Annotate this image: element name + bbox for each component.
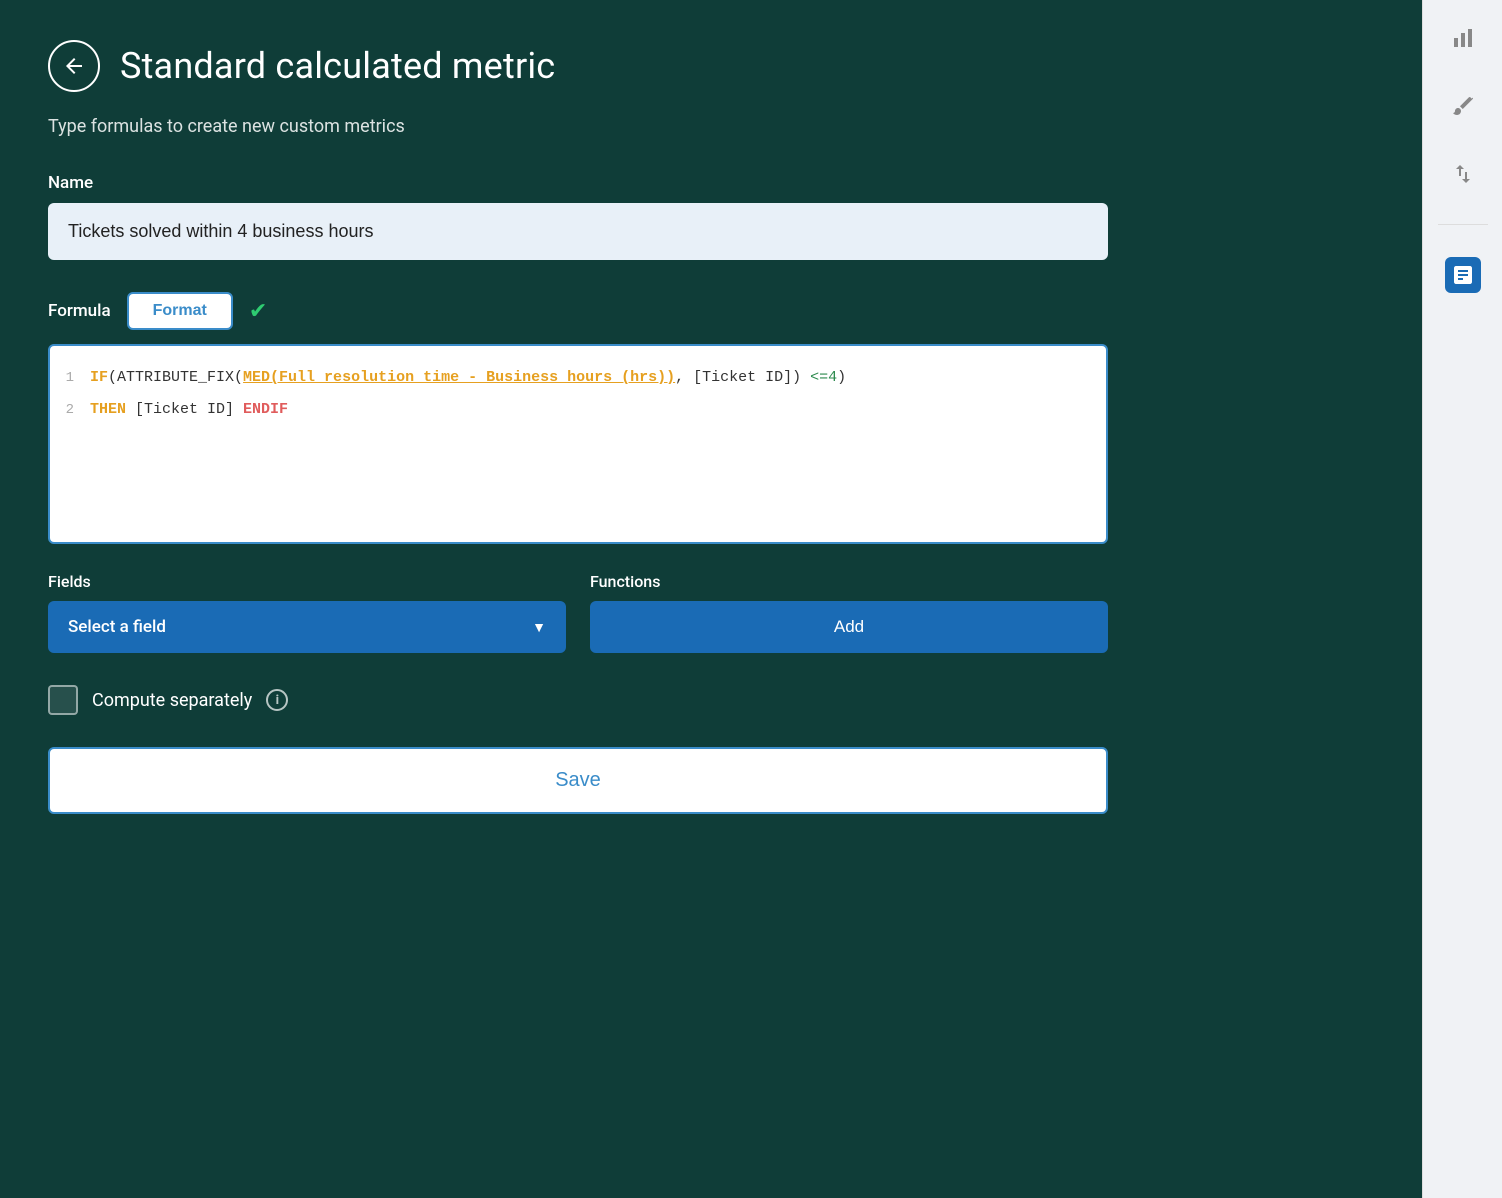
sort-sidebar-icon[interactable] [1445, 156, 1481, 192]
line-number-2: 2 [50, 402, 90, 418]
med-function: MED(Full resolution time - Business hour… [243, 369, 675, 386]
formula-row: Formula Format ✔ [48, 292, 1374, 330]
comparison: <=4 [810, 369, 837, 386]
fields-col: Fields Select a field ▼ [48, 572, 566, 653]
save-button[interactable]: Save [48, 747, 1108, 814]
brush-sidebar-icon[interactable] [1445, 88, 1481, 124]
main-content: Standard calculated metric Type formulas… [0, 0, 1422, 1198]
field-select-dropdown[interactable]: Select a field ▼ [48, 601, 566, 653]
format-button[interactable]: Format [127, 292, 233, 330]
chevron-down-icon: ▼ [532, 619, 546, 636]
name-input[interactable] [48, 203, 1108, 260]
compute-row: Compute separately i [48, 685, 1374, 715]
sidebar-divider [1438, 224, 1488, 225]
back-arrow-icon [62, 54, 86, 78]
functions-col: Functions Add [590, 572, 1108, 653]
keyword-then: THEN [90, 401, 126, 418]
header: Standard calculated metric [48, 40, 1374, 92]
formula-label: Formula [48, 301, 111, 321]
code-editor[interactable]: 1 IF(ATTRIBUTE_FIX(MED(Full resolution t… [48, 344, 1108, 544]
compute-label: Compute separately [92, 690, 252, 711]
checkmark-icon: ✔ [249, 299, 267, 324]
name-label: Name [48, 173, 1374, 193]
back-button[interactable] [48, 40, 100, 92]
code-line-1: 1 IF(ATTRIBUTE_FIX(MED(Full resolution t… [50, 362, 1106, 394]
subtitle: Type formulas to create new custom metri… [48, 116, 1374, 137]
fields-label: Fields [48, 572, 566, 591]
keyword-endif: ENDIF [243, 401, 288, 418]
code-content-1: IF(ATTRIBUTE_FIX(MED(Full resolution tim… [90, 366, 1106, 390]
code-content-2: THEN [Ticket ID] ENDIF [90, 398, 1106, 422]
compute-checkbox[interactable] [48, 685, 78, 715]
line-number-1: 1 [50, 370, 90, 386]
info-icon[interactable]: i [266, 689, 288, 711]
fields-functions-row: Fields Select a field ▼ Functions Add [48, 572, 1108, 653]
keyword-if: IF [90, 369, 108, 386]
code-line-2: 2 THEN [Ticket ID] ENDIF [50, 394, 1106, 426]
right-sidebar [1422, 0, 1502, 1198]
field-select-placeholder: Select a field [68, 617, 166, 637]
page-title: Standard calculated metric [120, 45, 555, 87]
bar-chart-sidebar-icon[interactable] [1445, 20, 1481, 56]
add-button[interactable]: Add [590, 601, 1108, 653]
functions-label: Functions [590, 572, 1108, 591]
calculator-sidebar-icon[interactable] [1445, 257, 1481, 293]
